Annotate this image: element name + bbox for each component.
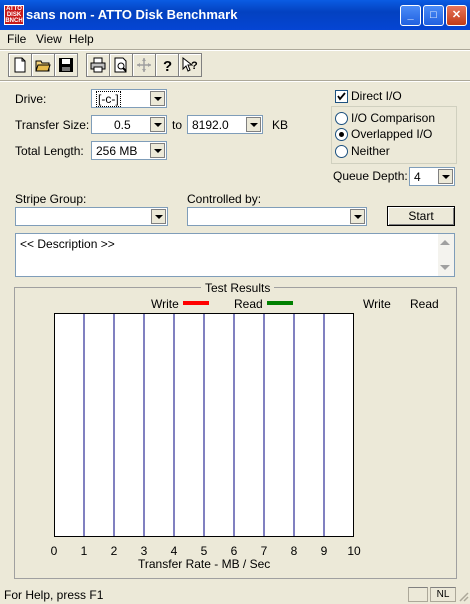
description-scrollbar[interactable] [438, 234, 454, 276]
maximize-button[interactable]: □ [423, 5, 444, 26]
stripe-group-select[interactable] [15, 207, 168, 226]
x-tick-label: 8 [290, 544, 298, 558]
menu-help[interactable]: Help [69, 32, 94, 46]
move-icon[interactable] [132, 53, 156, 77]
chevron-down-icon[interactable] [151, 209, 166, 224]
total-length-select[interactable]: 256 MB [91, 141, 167, 160]
x-tick-label: 0 [50, 544, 58, 558]
to-label: to [172, 118, 183, 132]
legend-write-swatch [183, 301, 209, 305]
drive-select[interactable]: [-c-] [91, 89, 167, 108]
scroll-up-arrow-icon[interactable] [440, 240, 450, 245]
neither-radio[interactable] [335, 145, 348, 158]
queue-depth-value: 4 [414, 170, 421, 184]
write-column-header: Write [363, 297, 391, 311]
help-icon[interactable]: ? [155, 53, 179, 77]
results-chart [54, 313, 354, 537]
transfer-size-from-select[interactable]: 0.5 [91, 115, 167, 134]
neither-label[interactable]: Neither [351, 144, 390, 158]
drive-label: Drive: [15, 92, 47, 106]
close-button[interactable]: ✕ [446, 5, 467, 26]
window-title: sans nom - ATTO Disk Benchmark [26, 7, 238, 22]
new-document-icon[interactable] [8, 53, 32, 77]
app-icon: ATTO DISK BNCH [4, 5, 24, 25]
start-button[interactable]: Start [387, 206, 455, 226]
legend-read-swatch [267, 301, 293, 305]
drive-value: [-c-] [96, 91, 121, 107]
print-icon[interactable] [86, 53, 110, 77]
title-bar[interactable]: ATTO DISK BNCH sans nom - ATTO Disk Benc… [0, 0, 470, 30]
num-lock-indicator: NL [430, 587, 456, 602]
direct-io-checkbox[interactable] [335, 90, 348, 103]
x-tick-label: 4 [170, 544, 178, 558]
x-axis-label: Transfer Rate - MB / Sec [138, 557, 271, 571]
x-tick-label: 7 [260, 544, 268, 558]
x-tick-label: 6 [230, 544, 238, 558]
transfer-to-value: 8192.0 [192, 118, 229, 132]
chevron-down-icon[interactable] [438, 169, 453, 184]
scroll-down-arrow-icon[interactable] [440, 265, 450, 270]
x-tick-label: 3 [140, 544, 148, 558]
x-tick-label: 10 [347, 544, 361, 558]
toolbar: ? ? [4, 51, 204, 78]
x-tick-label: 2 [110, 544, 118, 558]
status-bar: For Help, press F1 NL [0, 586, 470, 604]
menu-view[interactable]: View [36, 32, 62, 46]
transfer-size-to-select[interactable]: 8192.0 [187, 115, 263, 134]
resize-grip-icon[interactable] [457, 590, 469, 602]
transfer-from-value: 0.5 [114, 118, 131, 132]
open-folder-icon[interactable] [31, 53, 55, 77]
chevron-down-icon[interactable] [150, 91, 165, 106]
chevron-down-icon[interactable] [150, 143, 165, 158]
x-tick-label: 1 [80, 544, 88, 558]
chevron-down-icon[interactable] [350, 209, 365, 224]
queue-depth-label: Queue Depth: [333, 169, 408, 183]
chart-grid [83, 314, 325, 536]
io-comparison-radio[interactable] [335, 112, 348, 125]
description-textarea[interactable]: << Description >> [15, 233, 455, 277]
chevron-down-icon[interactable] [246, 117, 261, 132]
svg-text:?: ? [191, 60, 198, 72]
controlled-by-select[interactable] [187, 207, 367, 226]
overlapped-io-radio[interactable] [335, 128, 348, 141]
minimize-button[interactable]: _ [400, 5, 421, 26]
direct-io-label[interactable]: Direct I/O [351, 89, 402, 103]
legend-write-label: Write [151, 297, 179, 311]
total-length-label: Total Length: [15, 144, 84, 158]
chevron-down-icon[interactable] [150, 117, 165, 132]
checkmark-icon [337, 92, 346, 101]
menu-file[interactable]: File [7, 32, 26, 46]
overlapped-io-label[interactable]: Overlapped I/O [351, 127, 432, 141]
stripe-group-label: Stripe Group: [15, 192, 87, 206]
controlled-by-label: Controlled by: [187, 192, 262, 206]
total-length-value: 256 MB [96, 144, 138, 158]
menu-bar: File View Help [0, 30, 470, 49]
test-results-title: Test Results [201, 281, 275, 295]
legend-read-label: Read [234, 297, 263, 311]
kb-label: KB [272, 118, 289, 132]
print-preview-icon[interactable] [109, 53, 133, 77]
save-disk-icon[interactable] [54, 53, 78, 77]
read-column-header: Read [410, 297, 439, 311]
io-comparison-label[interactable]: I/O Comparison [351, 111, 435, 125]
status-pane-empty [408, 587, 428, 602]
status-help-text: For Help, press F1 [4, 588, 104, 602]
svg-text:?: ? [163, 58, 172, 73]
description-text: << Description >> [20, 237, 115, 251]
x-tick-label: 5 [200, 544, 208, 558]
transfer-size-label: Transfer Size: [15, 118, 90, 132]
atto-window: ATTO DISK BNCH sans nom - ATTO Disk Benc… [0, 0, 470, 604]
toolbar-separator [0, 80, 470, 82]
x-tick-label: 9 [320, 544, 328, 558]
queue-depth-select[interactable]: 4 [409, 167, 455, 186]
context-help-icon[interactable]: ? [178, 53, 202, 77]
